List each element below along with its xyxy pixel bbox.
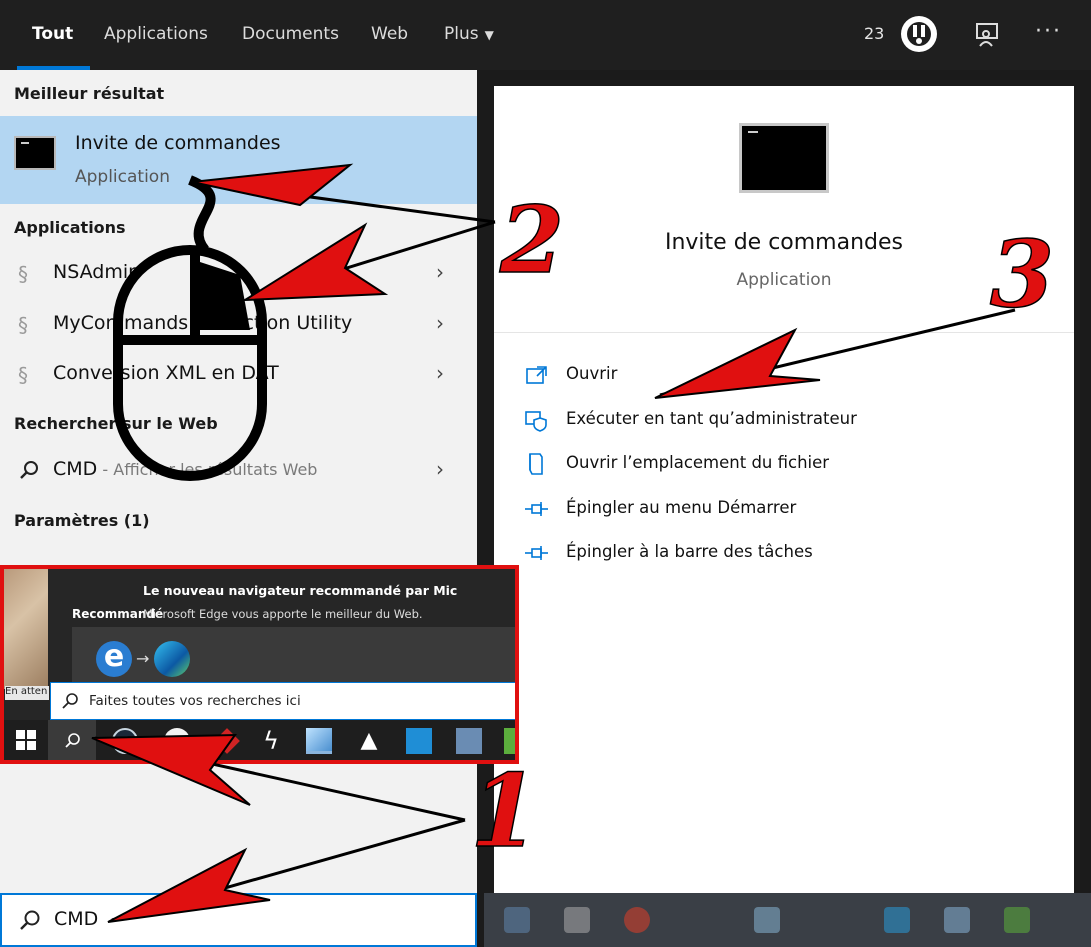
user-photo bbox=[4, 569, 48, 689]
pin-to-start-button[interactable]: Épingler au menu Démarrer bbox=[524, 495, 844, 525]
action-label: Épingler au menu Démarrer bbox=[566, 498, 797, 517]
feedback-icon[interactable] bbox=[975, 22, 1001, 48]
web-search-suffix: - Afficher les résultats Web bbox=[97, 460, 318, 479]
open-icon bbox=[524, 363, 550, 387]
tab-documents[interactable]: Documents bbox=[242, 0, 339, 70]
rewards-count: 23 bbox=[864, 24, 885, 43]
chevron-right-icon[interactable]: › bbox=[436, 260, 444, 284]
search-input[interactable]: CMD bbox=[0, 893, 477, 947]
tab-more[interactable]: Plus ▼ bbox=[444, 0, 494, 70]
open-button[interactable]: Ouvrir bbox=[524, 361, 844, 391]
app-icon[interactable] bbox=[406, 728, 432, 754]
web-search-header: Rechercher sur le Web bbox=[14, 414, 218, 433]
tab-web[interactable]: Web bbox=[371, 0, 408, 70]
app-icon[interactable] bbox=[504, 728, 515, 754]
app-icon: § bbox=[18, 313, 28, 337]
list-item[interactable]: § Conversion XML en DAT › bbox=[0, 351, 477, 399]
pin-icon bbox=[524, 497, 550, 521]
rewards-medal-icon[interactable] bbox=[898, 13, 940, 55]
best-match-header: Meilleur résultat bbox=[14, 84, 165, 103]
chevron-right-icon[interactable]: › bbox=[436, 311, 444, 335]
tab-label: Applications bbox=[104, 24, 208, 44]
list-item[interactable]: § MyCommands Protection Utility › bbox=[0, 301, 477, 349]
tab-label: Documents bbox=[242, 24, 339, 44]
search-icon bbox=[61, 692, 79, 710]
divider bbox=[494, 332, 1074, 333]
app-icon[interactable]: ▲ bbox=[356, 728, 382, 754]
taskbar-blurred bbox=[484, 893, 1091, 947]
settings-header[interactable]: Paramètres (1) bbox=[14, 511, 150, 530]
action-label: Exécuter en tant qu’administrateur bbox=[566, 409, 857, 428]
taskbar-search-placeholder: Faites toutes vos recherches ici bbox=[89, 693, 301, 709]
list-item-label: NSAdmin bbox=[53, 261, 141, 283]
recommended-card-subtitle: Microsoft Edge vous apporte le meilleur … bbox=[143, 607, 423, 621]
taskbar-search-icon[interactable] bbox=[48, 720, 96, 760]
tab-label: Plus bbox=[444, 24, 479, 44]
run-as-admin-button[interactable]: Exécuter en tant qu’administrateur bbox=[524, 406, 857, 436]
list-item-label: Conversion XML en DAT bbox=[53, 362, 279, 384]
pin-to-taskbar-button[interactable]: Épingler à la barre des tâches bbox=[524, 539, 844, 569]
tab-applications[interactable]: Applications bbox=[104, 0, 208, 70]
tab-all[interactable]: Tout bbox=[16, 0, 91, 70]
steam-icon[interactable] bbox=[112, 728, 138, 754]
action-label: Ouvrir bbox=[566, 364, 618, 383]
app-icon: § bbox=[18, 363, 28, 387]
search-input-value: CMD bbox=[54, 908, 99, 930]
taskbar-search-input[interactable]: Faites toutes vos recherches ici bbox=[50, 682, 515, 720]
tab-label: Tout bbox=[32, 24, 74, 44]
web-search-item[interactable]: CMD - Afficher les résultats Web › bbox=[0, 447, 477, 495]
chevron-right-icon[interactable]: › bbox=[436, 457, 444, 481]
cmd-app-icon bbox=[14, 136, 56, 170]
best-match-item[interactable] bbox=[0, 116, 477, 204]
list-item[interactable]: § NSAdmin › bbox=[0, 250, 477, 298]
app-icon[interactable] bbox=[306, 728, 332, 754]
recommended-card[interactable]: e → bbox=[72, 627, 515, 687]
shield-icon bbox=[524, 408, 550, 432]
preview-subtitle: Application bbox=[736, 270, 832, 290]
app-icon[interactable] bbox=[164, 728, 190, 754]
pin-icon bbox=[524, 541, 550, 565]
calculator-icon[interactable] bbox=[456, 728, 482, 754]
web-search-label: CMD - Afficher les résultats Web bbox=[53, 458, 317, 480]
search-icon bbox=[18, 459, 40, 483]
file-location-icon bbox=[524, 452, 550, 476]
list-item-label: MyCommands Protection Utility bbox=[53, 312, 353, 334]
app-icon: § bbox=[18, 262, 28, 286]
edge-icon bbox=[154, 641, 190, 677]
tab-label: Web bbox=[371, 24, 409, 44]
user-photo-label: En atten bbox=[5, 686, 49, 700]
applications-header: Applications bbox=[14, 218, 126, 237]
action-label: Épingler à la barre des tâches bbox=[566, 542, 813, 561]
preview-panel: Invite de commandes Application Ouvrir E… bbox=[494, 86, 1074, 900]
recommended-card-title: Le nouveau navigateur recommandé par Mic bbox=[143, 583, 458, 598]
search-window: Tout Applications Documents Web Plus ▼ 23… bbox=[0, 0, 1091, 947]
open-file-location-button[interactable]: Ouvrir l’emplacement du fichier bbox=[524, 450, 854, 480]
top-bar: Tout Applications Documents Web Plus ▼ 23… bbox=[0, 0, 1091, 70]
search-icon bbox=[18, 908, 42, 932]
app-icon[interactable] bbox=[214, 728, 240, 754]
web-search-term: CMD bbox=[53, 458, 98, 480]
preview-title: Invite de commandes bbox=[664, 230, 903, 255]
results-panel: Meilleur résultat Invite de commandes Ap… bbox=[0, 70, 477, 900]
arrow-right-icon: → bbox=[136, 649, 150, 668]
edge-legacy-icon: e bbox=[96, 641, 132, 677]
action-label: Ouvrir l’emplacement du fichier bbox=[566, 453, 830, 472]
more-options-icon[interactable]: ··· bbox=[1035, 21, 1061, 48]
chevron-down-icon: ▼ bbox=[484, 28, 494, 42]
windows-start-icon[interactable] bbox=[16, 730, 36, 750]
app-icon[interactable]: ϟ bbox=[258, 728, 284, 754]
taskbar: ϟ ▲ bbox=[4, 720, 515, 760]
chevron-right-icon[interactable]: › bbox=[436, 361, 444, 385]
best-match-subtitle: Application bbox=[75, 167, 170, 187]
best-match-title: Invite de commandes bbox=[75, 132, 281, 154]
start-menu-inset: En atten Recommandé e → Le nouveau navig… bbox=[0, 565, 519, 764]
cmd-app-large-icon bbox=[739, 123, 829, 193]
